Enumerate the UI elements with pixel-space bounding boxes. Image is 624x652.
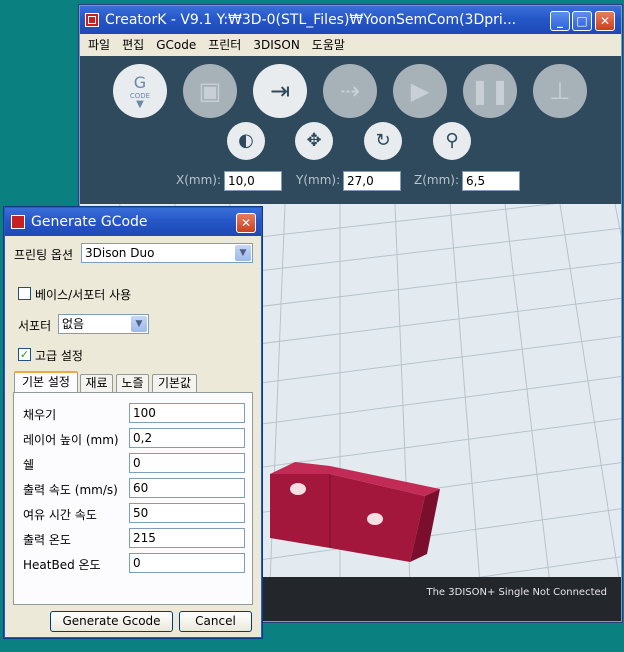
support-label: 서포터 <box>18 319 52 333</box>
bed-level-button[interactable]: ⊥ <box>533 64 587 118</box>
connect-button[interactable]: ⇥ <box>253 64 307 118</box>
printing-option-value: 3Dison Duo <box>85 246 155 260</box>
generate-gcode-button[interactable]: Generate Gcode <box>50 611 173 632</box>
field-label-heatbed-temp: HeatBed 온도 <box>23 558 101 572</box>
mirror-icon: ◐ <box>238 130 254 151</box>
dialog-titlebar[interactable]: Generate GCode ✕ <box>5 208 261 236</box>
travel-speed-input[interactable]: 50 <box>129 503 245 523</box>
y-input[interactable]: 27,0 <box>343 171 401 191</box>
move-icon: ✥ <box>306 130 322 151</box>
field-label-travel-speed: 여유 시간 속도 <box>23 508 97 522</box>
dialog-close-button[interactable]: ✕ <box>236 213 256 233</box>
play-button[interactable]: ▶ <box>393 64 447 118</box>
heatbed-temp-input[interactable]: 0 <box>129 553 245 573</box>
support-select[interactable]: 없음 ▼ <box>58 314 149 334</box>
disconnect-button[interactable]: ⇢ <box>323 64 377 118</box>
play-icon: ▶ <box>410 77 430 105</box>
z-label: Z(mm): <box>414 173 460 187</box>
printing-option-label: 프린팅 옵션 <box>14 248 74 262</box>
layer-height-input[interactable]: 0,2 <box>129 428 245 448</box>
base-support-checkbox[interactable] <box>18 287 31 300</box>
z-input[interactable]: 6,5 <box>462 171 520 191</box>
menu-3dison[interactable]: 3DISON <box>247 34 305 56</box>
shell-input[interactable]: 0 <box>129 453 245 473</box>
infill-input[interactable]: 100 <box>129 403 245 423</box>
gcode-button[interactable]: G CODE ▼ <box>113 64 167 118</box>
field-label-layer-height: 레이어 높이 (mm) <box>23 433 119 447</box>
close-button[interactable]: ✕ <box>595 11 615 31</box>
basic-settings-panel: 채우기 100 레이어 높이 (mm) 0,2 쉘 0 출력 속도 (mm/s)… <box>13 392 253 605</box>
app-icon <box>85 13 99 27</box>
generate-gcode-dialog: Generate GCode ✕ 프린팅 옵션 3Dison Duo ▼ 베이스… <box>4 207 262 638</box>
disconnect-icon: ⇢ <box>339 77 361 105</box>
tab-material[interactable]: 재료 <box>80 374 113 393</box>
cancel-button[interactable]: Cancel <box>179 611 252 632</box>
base-support-label: 베이스/서포터 사용 <box>35 288 132 302</box>
connect-icon: ⇥ <box>269 77 291 105</box>
toolbar: G CODE ▼ ▣ ⇥ ⇢ ▶ ❚❚ ⊥ ◐ ✥ ↻ ⚲ X(mm): 10, <box>80 56 621 204</box>
y-label: Y(mm): <box>296 173 341 187</box>
mirror-button[interactable]: ◐ <box>227 122 265 160</box>
menu-printer[interactable]: 프린터 <box>202 34 247 56</box>
menu-file[interactable]: 파일 <box>80 34 116 56</box>
printing-option-select[interactable]: 3Dison Duo ▼ <box>81 243 253 263</box>
menu-bar: 파일 편집 GCode 프린터 3DISON 도움말 <box>80 34 621 56</box>
tab-defaults[interactable]: 기본값 <box>152 374 197 393</box>
3d-model[interactable] <box>270 462 440 562</box>
pause-icon: ❚❚ <box>469 77 511 105</box>
dialog-app-icon <box>11 215 25 229</box>
rotate-button[interactable]: ↻ <box>364 122 402 160</box>
field-label-infill: 채우기 <box>23 408 57 422</box>
gcode-icon: G CODE ▼ <box>129 73 151 110</box>
main-titlebar[interactable]: CreatorK - V9.1 Y:₩3D-0(STL_Files)₩YoonS… <box>80 6 621 34</box>
window-title: CreatorK - V9.1 Y:₩3D-0(STL_Files)₩YoonS… <box>105 12 517 28</box>
maximize-button[interactable]: □ <box>572 11 592 31</box>
tab-basic-settings[interactable]: 기본 설정 <box>14 371 78 393</box>
save-gcode-icon: ▣ <box>198 77 222 105</box>
print-temp-input[interactable]: 215 <box>129 528 245 548</box>
bed-level-icon: ⊥ <box>549 77 571 105</box>
x-label: X(mm): <box>176 173 222 187</box>
menu-help[interactable]: 도움말 <box>306 34 351 56</box>
print-speed-input[interactable]: 60 <box>129 478 245 498</box>
chevron-down-icon: ▼ <box>235 245 251 261</box>
menu-edit[interactable]: 편집 <box>116 34 150 56</box>
tab-nozzle[interactable]: 노즐 <box>116 374 149 393</box>
minimize-button[interactable]: _ <box>550 11 570 31</box>
zoom-icon: ⚲ <box>445 130 459 151</box>
advanced-label: 고급 설정 <box>35 349 83 363</box>
zoom-button[interactable]: ⚲ <box>433 122 471 160</box>
field-label-print-temp: 출력 온도 <box>23 533 71 547</box>
rotate-icon: ↻ <box>375 130 391 151</box>
dialog-title: Generate GCode <box>31 214 148 230</box>
menu-gcode[interactable]: GCode <box>150 34 202 56</box>
x-input[interactable]: 10,0 <box>224 171 282 191</box>
field-label-print-speed: 출력 속도 (mm/s) <box>23 483 118 497</box>
pause-button[interactable]: ❚❚ <box>463 64 517 118</box>
field-label-shell: 쉘 <box>23 458 35 472</box>
move-button[interactable]: ✥ <box>295 122 333 160</box>
chevron-down-icon: ▼ <box>131 316 147 332</box>
save-gcode-button[interactable]: ▣ <box>183 64 237 118</box>
connection-status: The 3DISON+ Single Not Connected <box>426 587 607 598</box>
support-value: 없음 <box>62 317 85 331</box>
advanced-checkbox[interactable]: ✓ <box>18 348 31 361</box>
